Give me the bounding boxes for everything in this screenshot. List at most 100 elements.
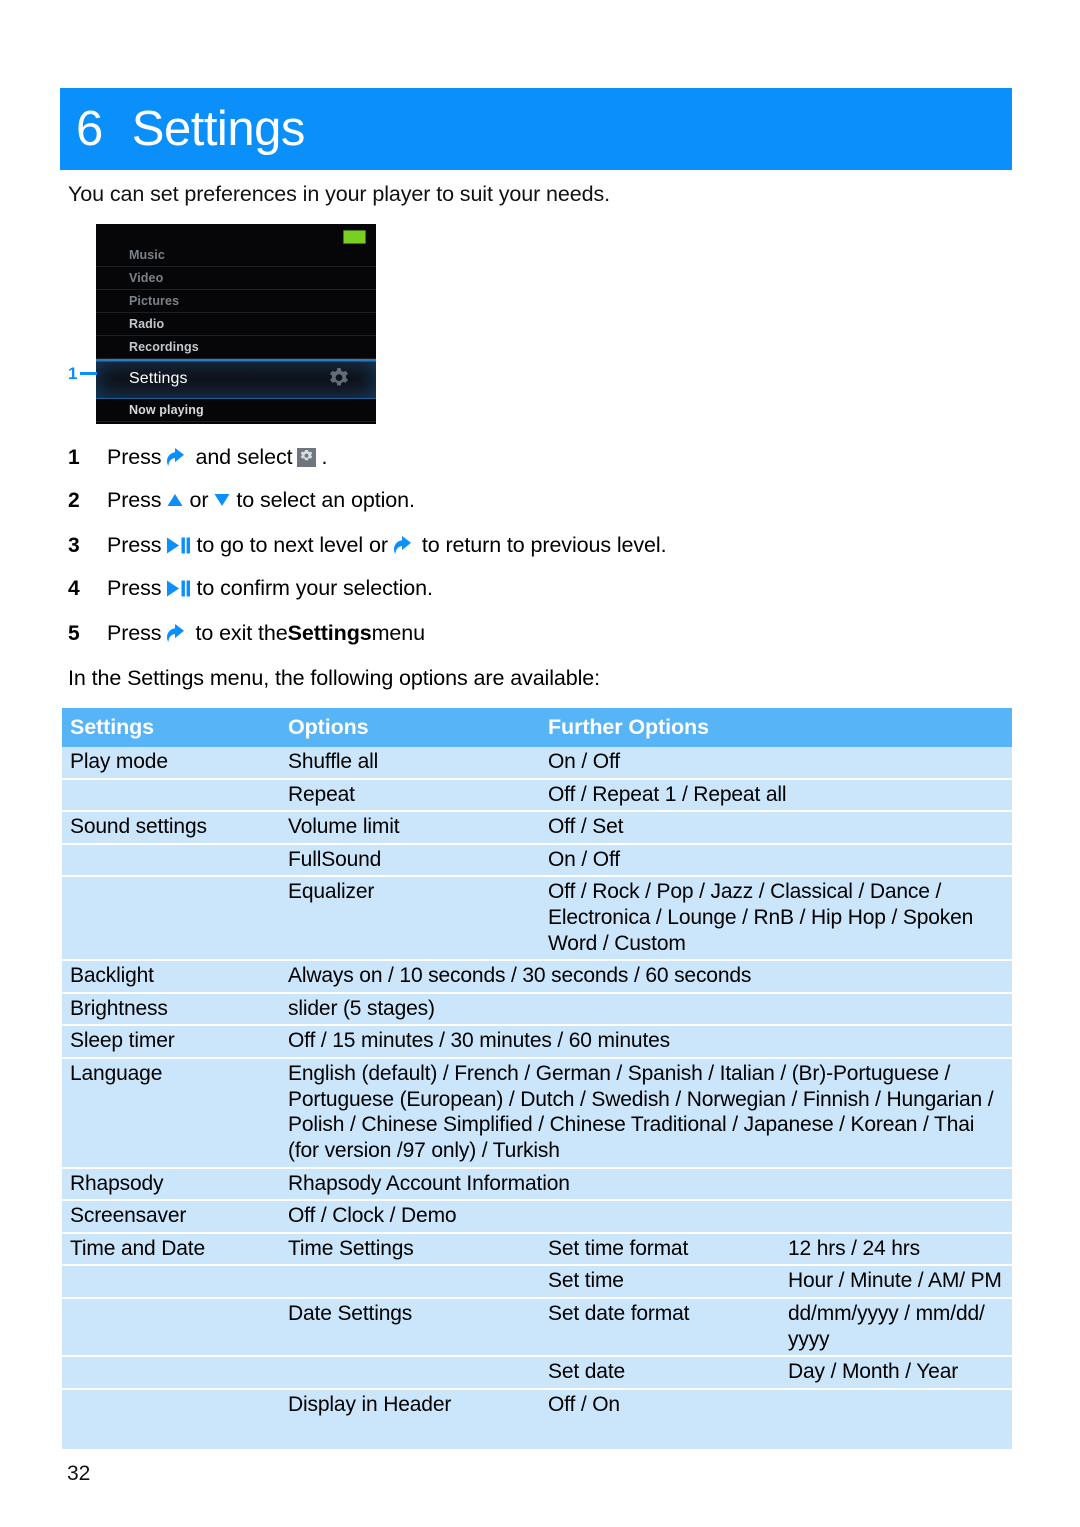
step-3-text: Press to go to next level or to return t… xyxy=(107,532,667,558)
table-row: Time and Date Time Settings Set time for… xyxy=(62,1232,1012,1267)
cell-further-option: Off / On xyxy=(540,1388,1012,1421)
step-5-settings-bold: Settings xyxy=(287,621,372,645)
step-4: 4 Press to confirm your selection. xyxy=(68,576,1018,620)
back-arrow-icon xyxy=(166,623,190,643)
cell-further-option: Set date xyxy=(540,1356,780,1390)
cell-setting: Time and Date xyxy=(62,1232,280,1267)
cell-further-option: On / Off xyxy=(540,747,1012,780)
cell-value: 12 hrs / 24 hrs xyxy=(780,1232,1012,1267)
step-5-number: 5 xyxy=(68,622,80,645)
step-1-text: Press and select . xyxy=(107,444,327,470)
back-arrow-icon xyxy=(166,447,190,467)
device-menu-item-pictures[interactable]: Pictures xyxy=(96,290,376,313)
table-row: Play mode Shuffle all On / Off xyxy=(62,747,1012,780)
table-row: FullSound On / Off xyxy=(62,843,1012,878)
cell-further-option: Set time xyxy=(540,1265,780,1299)
chapter-number: 6 xyxy=(76,101,103,156)
cell-setting: Play mode xyxy=(62,747,280,780)
cell-option: Equalizer xyxy=(280,876,540,962)
triangle-down-icon xyxy=(213,489,231,506)
device-menu-item-music[interactable]: Music xyxy=(96,244,376,267)
table-header-settings: Settings xyxy=(62,708,280,747)
triangle-up-icon xyxy=(166,489,184,506)
gear-square-icon xyxy=(297,448,317,467)
table-row: Display in Header Off / On xyxy=(62,1388,1012,1421)
table-header-further-options: Further Options xyxy=(540,708,1012,747)
numbered-steps-list: 1 Press and select . 2 Press or to selec… xyxy=(68,444,1018,664)
cell-option: Time Settings xyxy=(280,1232,540,1267)
play-pause-icon xyxy=(166,579,191,598)
step-4-part-b: to confirm your selection. xyxy=(196,576,433,600)
step-2-part-a: Press xyxy=(107,488,162,512)
cell-setting: Sound settings xyxy=(62,811,280,845)
device-menu-item-settings-label: Settings xyxy=(129,370,188,387)
cell-setting xyxy=(62,1297,280,1358)
table-row: Repeat Off / Repeat 1 / Repeat all xyxy=(62,778,1012,813)
table-header-options: Options xyxy=(280,708,540,747)
table-header-row: Settings Options Further Options xyxy=(62,708,1012,747)
table-row: Sound settings Volume limit Off / Set xyxy=(62,811,1012,845)
device-menu-item-video[interactable]: Video xyxy=(96,267,376,290)
cell-option: English (default) / French / German / Sp… xyxy=(280,1058,1012,1169)
cell-setting xyxy=(62,843,280,878)
cell-setting: Screensaver xyxy=(62,1200,280,1234)
table-row: Set date Day / Month / Year xyxy=(62,1356,1012,1390)
cell-further-option: Set date format xyxy=(540,1297,780,1358)
back-arrow-icon xyxy=(393,535,417,555)
step-2-part-b: or xyxy=(189,488,209,512)
settings-options-table: Settings Options Further Options Play mo… xyxy=(62,708,1012,1450)
table-row: Date Settings Set date format dd/mm/yyyy… xyxy=(62,1297,1012,1358)
cell-value: dd/mm/yyyy / mm/dd/ yyyy xyxy=(780,1297,1012,1358)
intro-paragraph: You can set preferences in your player t… xyxy=(68,182,610,206)
cell-option: Off / Clock / Demo xyxy=(280,1200,1012,1234)
table-body: Play mode Shuffle all On / Off Repeat Of… xyxy=(62,747,1012,1450)
table-header: Settings Options Further Options xyxy=(62,708,1012,747)
table-row: Equalizer Off / Rock / Pop / Jazz / Clas… xyxy=(62,876,1012,962)
step-3-part-a: Press xyxy=(107,533,162,557)
step-5: 5 Press to exit the Settings menu xyxy=(68,620,1018,664)
step-4-part-a: Press xyxy=(107,576,162,600)
availability-text: In the Settings menu, the following opti… xyxy=(68,666,601,690)
step-1: 1 Press and select . xyxy=(68,444,1018,488)
step-5-part-c: menu xyxy=(371,621,425,645)
step-3: 3 Press to go to next level or to return… xyxy=(68,532,1018,576)
cell-setting xyxy=(62,1388,280,1421)
cell-option: slider (5 stages) xyxy=(280,992,1012,1027)
step-1-part-b: and select xyxy=(195,445,293,469)
step-5-part-a: Press xyxy=(107,621,162,645)
chapter-header-bar: 6 Settings xyxy=(60,88,1012,170)
cell-setting: Brightness xyxy=(62,992,280,1027)
cell-value: Hour / Minute / AM/ PM xyxy=(780,1265,1012,1299)
cell-option: Date Settings xyxy=(280,1297,540,1358)
cell-option: Always on / 10 seconds / 30 seconds / 60… xyxy=(280,960,1012,994)
cell-option xyxy=(280,1265,540,1299)
cell-setting xyxy=(62,876,280,962)
device-screen: Music Video Pictures Radio Recordings Se… xyxy=(96,224,376,424)
device-menu-item-settings[interactable]: Settings xyxy=(96,359,376,399)
step-2-number: 2 xyxy=(68,489,80,512)
cell-further-option: Off / Repeat 1 / Repeat all xyxy=(540,778,1012,813)
device-screenshot-figure: Music Video Pictures Radio Recordings Se… xyxy=(68,224,376,424)
cell-option: Volume limit xyxy=(280,811,540,845)
cell-setting: Backlight xyxy=(62,960,280,994)
device-menu-item-now-playing[interactable]: Now playing xyxy=(96,399,376,422)
cell-option: Rhapsody Account Information xyxy=(280,1167,1012,1202)
table-row: Set time Hour / Minute / AM/ PM xyxy=(62,1265,1012,1299)
table-row: Rhapsody Rhapsody Account Information xyxy=(62,1167,1012,1202)
step-2-text: Press or to select an option. xyxy=(107,488,415,513)
step-4-text: Press to confirm your selection. xyxy=(107,576,433,601)
callout-dash-line xyxy=(80,372,98,375)
step-4-number: 4 xyxy=(68,577,80,600)
cell-setting xyxy=(62,1356,280,1390)
play-pause-icon xyxy=(166,536,191,555)
device-menu-item-radio[interactable]: Radio xyxy=(96,313,376,336)
step-1-part-a: Press xyxy=(107,445,162,469)
step-3-part-c: to return to previous level. xyxy=(421,533,667,557)
device-menu-item-recordings[interactable]: Recordings xyxy=(96,336,376,359)
gear-icon xyxy=(326,366,352,392)
step-2-part-c: to select an option. xyxy=(236,488,415,512)
device-menu-list: Music Video Pictures Radio Recordings Se… xyxy=(96,244,376,422)
step-5-text: Press to exit the Settings menu xyxy=(107,620,425,646)
step-1-number: 1 xyxy=(68,446,80,469)
step-3-number: 3 xyxy=(68,534,80,557)
